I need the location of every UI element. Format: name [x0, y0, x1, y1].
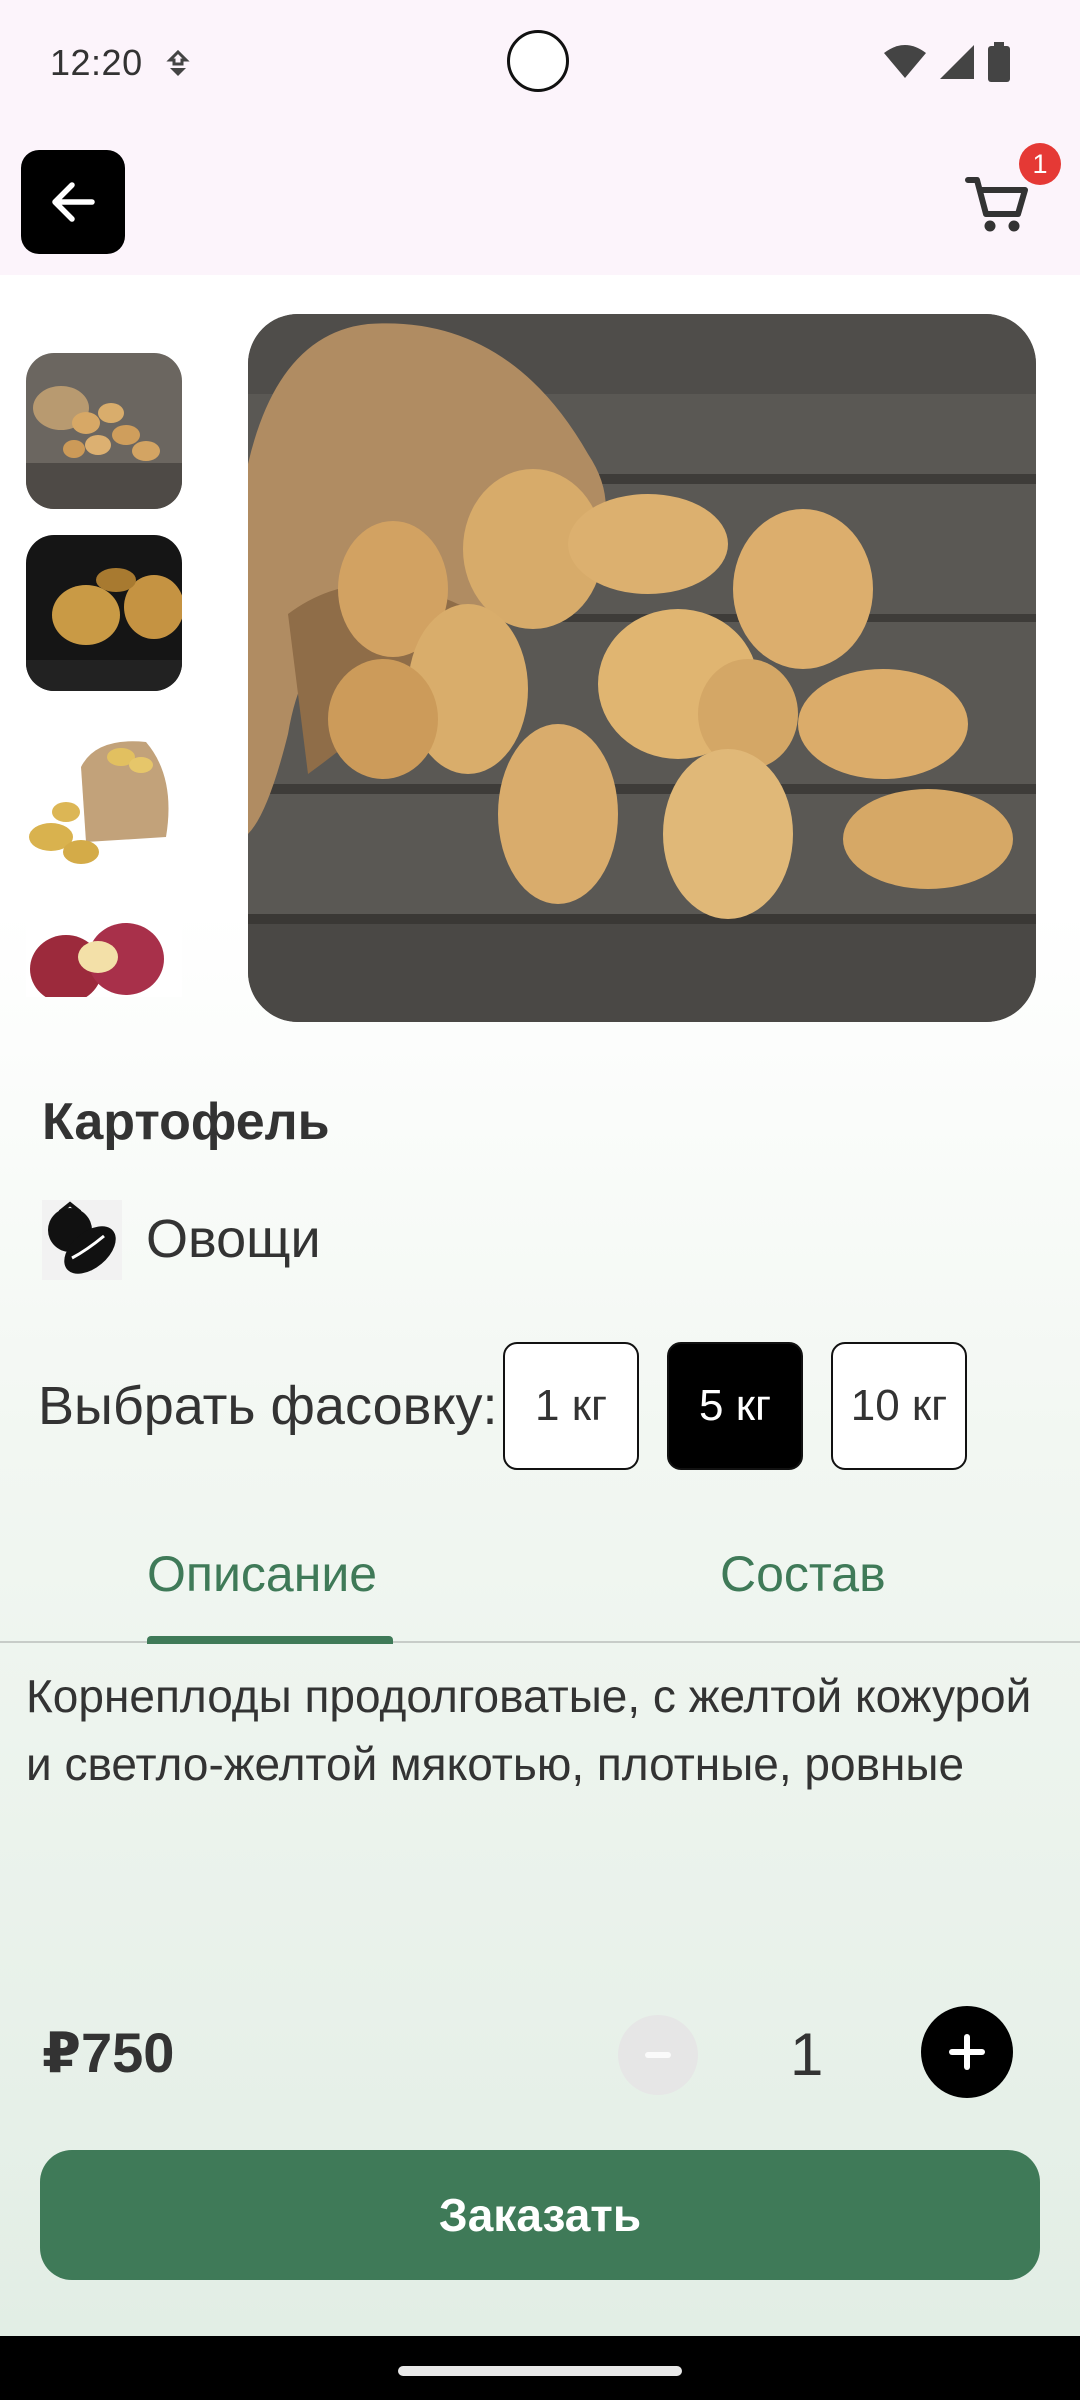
red-potatoes-image	[26, 899, 182, 997]
status-bar: 12:20	[0, 0, 1080, 130]
app-bar	[0, 130, 1080, 275]
product-price: ₽750	[42, 2021, 175, 2084]
status-time: 12:20	[50, 42, 143, 83]
home-gesture-handle[interactable]	[398, 2366, 682, 2376]
minus-icon	[645, 2052, 671, 2058]
data-saver-icon	[166, 50, 190, 76]
product-category: Овощи	[146, 1209, 321, 1269]
status-icons	[884, 42, 1010, 82]
plus-icon	[949, 2034, 985, 2070]
vegetables-icon	[42, 1200, 122, 1280]
potatoes-dark-image	[26, 535, 182, 691]
quantity-value: 1	[790, 2021, 824, 2088]
thumbnail-4[interactable]	[26, 899, 182, 997]
camera-cutout	[507, 30, 569, 92]
wifi-icon	[884, 45, 926, 78]
decrease-quantity-button[interactable]	[618, 2015, 698, 2095]
potatoes-sack-image	[26, 717, 182, 873]
tab-description[interactable]: Описание	[147, 1545, 377, 1603]
order-button[interactable]: Заказать	[40, 2150, 1040, 2280]
packaging-option-5kg[interactable]: 5 кг	[667, 1342, 803, 1470]
product-title: Картофель	[42, 1093, 330, 1151]
thumbnail-3[interactable]	[26, 717, 182, 873]
cell-signal-icon	[940, 45, 974, 79]
product-main-image	[248, 314, 1036, 1022]
cart-count-badge: 1	[1019, 143, 1061, 185]
tab-composition[interactable]: Состав	[720, 1545, 886, 1603]
cart-icon[interactable]	[962, 168, 1032, 238]
packaging-label: Выбрать фасовку:	[38, 1376, 498, 1436]
tab-active-indicator	[147, 1636, 393, 1644]
potatoes-pile-image	[26, 353, 182, 509]
thumbnail-2[interactable]	[26, 535, 182, 691]
potatoes-sack-photo	[248, 314, 1036, 1022]
thumbnail-1[interactable]	[26, 353, 182, 509]
arrow-left-icon	[52, 182, 95, 222]
back-button[interactable]	[21, 150, 125, 254]
packaging-option-1kg[interactable]: 1 кг	[503, 1342, 639, 1470]
increase-quantity-button[interactable]	[921, 2006, 1013, 2098]
battery-icon	[988, 42, 1010, 82]
packaging-option-10kg[interactable]: 10 кг	[831, 1342, 967, 1470]
product-description: Корнеплоды продолговатые, с желтой кожур…	[26, 1670, 1032, 1790]
